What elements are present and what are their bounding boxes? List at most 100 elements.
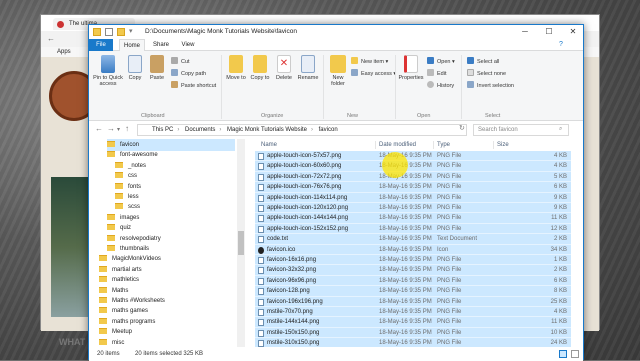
file-date: 18-May-16 9:35 PM	[379, 267, 432, 274]
select-all-button[interactable]: Select all	[467, 57, 499, 65]
up-button[interactable]: ↑	[125, 124, 129, 133]
new-folder-icon[interactable]	[117, 28, 125, 36]
invert-selection-button[interactable]: Invert selection	[467, 81, 514, 89]
file-row[interactable]: favicon-32x32.png 18-May-16 9:35 PM PNG Fi…	[255, 265, 571, 276]
file-name: mstile-70x70.png	[267, 309, 313, 315]
nav-item-label: resolvepodiatry	[120, 235, 161, 242]
paste-shortcut-button[interactable]: Paste shortcut	[171, 81, 216, 89]
address-input[interactable]: This PC › Documents › Magic Monk Tutorials…	[137, 124, 467, 136]
breadcrumb-website[interactable]: Magic Monk Tutorials Website	[227, 127, 307, 133]
file-row[interactable]: apple-touch-icon-60x60.png18-May-16 9:35…	[255, 161, 571, 172]
file-size: 9 KB	[553, 194, 567, 201]
copy-button[interactable]: Copy	[125, 55, 145, 81]
tab-file[interactable]: File	[89, 39, 113, 51]
breadcrumb-this-pc[interactable]: This PC	[152, 127, 173, 133]
file-row[interactable]: apple-touch-icon-144x144.png 18-May-16 9:…	[255, 213, 571, 224]
easy-access-button[interactable]: Easy access ▾	[351, 69, 396, 77]
paste-button[interactable]: Paste	[147, 55, 167, 81]
new-folder-button[interactable]: New folder	[327, 55, 349, 87]
nav-item-label: font-awesome	[120, 152, 158, 159]
cut-button[interactable]: Cut	[171, 57, 190, 65]
column-header-size[interactable]: Size	[497, 139, 509, 151]
maximize-button[interactable]: ☐	[537, 25, 561, 39]
minimize-button[interactable]: ─	[513, 25, 537, 39]
column-header-date[interactable]: Date modified	[379, 139, 416, 151]
copy-path-button[interactable]: Copy path	[171, 69, 206, 77]
folder-icon	[115, 182, 123, 189]
image-file-icon	[258, 205, 264, 212]
apps-bookmark[interactable]: Apps	[57, 49, 71, 55]
file-row[interactable]: mstile-144x144.png 18-May-16 9:35 PM PNG F…	[255, 317, 571, 328]
file-row[interactable]: mstile-150x150.png 18-May-16 9:35 PM PNG F…	[255, 327, 571, 339]
file-row[interactable]: favicon-196x196.png 18-May-16 9:35 PM PNG …	[255, 296, 571, 307]
move-to-icon	[229, 55, 243, 73]
properties-icon[interactable]	[105, 28, 113, 36]
file-date: 18-May-16 9:35 PM	[379, 194, 432, 201]
file-type: PNG File	[437, 225, 462, 232]
navigation-scrollbar[interactable]	[237, 139, 245, 347]
nav-item[interactable]: misc	[99, 337, 235, 347]
column-header-type[interactable]: Type	[437, 139, 450, 151]
folder-icon	[99, 317, 107, 324]
new-item-button[interactable]: New item ▾	[351, 57, 388, 65]
refresh-icon[interactable]: ↻	[459, 124, 465, 132]
back-button[interactable]: ←	[95, 124, 103, 133]
file-row[interactable]: favicon-128.png 18-May-16 9:35 PM PNG File…	[255, 286, 571, 297]
file-row[interactable]: favicon-16x16.png 18-May-16 9:35 PM PNG Fi…	[255, 255, 571, 266]
edit-button[interactable]: Edit	[427, 69, 446, 77]
nav-item-label: MagicMonkVideos	[112, 256, 161, 263]
folder-icon	[107, 141, 115, 147]
file-row[interactable]: apple-touch-icon-76x76.png 18-May-16 9:35…	[255, 182, 571, 193]
file-row[interactable]: favicon.ico 18-May-16 9:35 PM Icon 34 KB	[255, 244, 571, 255]
details-view-icon[interactable]	[559, 350, 567, 358]
delete-button[interactable]: ✕ Delete	[273, 55, 295, 81]
breadcrumb-favicon[interactable]: favicon	[319, 127, 338, 133]
file-row[interactable]: favicon-96x96.png 18-May-16 9:35 PM PNG Fi…	[255, 275, 571, 287]
large-icons-view-icon[interactable]	[571, 350, 579, 358]
recent-locations-button[interactable]: ▾	[117, 126, 120, 133]
rename-button[interactable]: Rename	[297, 55, 319, 81]
column-separator	[433, 141, 434, 149]
folder-icon	[107, 213, 115, 220]
image-file-icon	[258, 288, 264, 296]
file-list[interactable]: Name Date modified Type Size apple-touch…	[249, 139, 583, 347]
file-row[interactable]: apple-touch-icon-72x72.png 18-May-16 9:35…	[255, 171, 571, 183]
navigation-scroll-thumb[interactable]	[238, 231, 244, 255]
tab-home[interactable]: Home	[119, 39, 145, 51]
file-row[interactable]: mstile-310x150.png 18-May-16 9:35 PM PNG F…	[255, 338, 571, 347]
file-row[interactable]: apple-touch-icon-152x152.png 18-May-16 9:…	[255, 223, 571, 235]
forward-button[interactable]: →	[107, 124, 115, 133]
pin-quick-access-button[interactable]: Pin to Quick access	[93, 55, 123, 87]
file-row[interactable]: mstile-70x70.png 18-May-16 9:35 PM PNG Fil…	[255, 307, 571, 318]
search-input[interactable]: Search favicon	[473, 124, 569, 136]
file-row[interactable]: code.txt 18-May-16 9:35 PM Text Document 2 …	[255, 234, 571, 245]
file-row[interactable]: apple-touch-icon-114x114.png 18-May-16 9:…	[255, 192, 571, 203]
history-button[interactable]: History	[427, 81, 454, 89]
image-file-icon	[258, 194, 264, 202]
column-header-name[interactable]: Name	[261, 139, 277, 151]
file-explorer-window[interactable]: ▾ D:\Documents\Magic Monk Tutorials Webs…	[88, 24, 584, 361]
breadcrumb-documents[interactable]: Documents	[185, 127, 215, 133]
window-title: D:\Documents\Magic Monk Tutorials Websit…	[145, 28, 297, 35]
move-to-button[interactable]: Move to	[225, 55, 247, 81]
title-bar[interactable]: ▾ D:\Documents\Magic Monk Tutorials Webs…	[89, 25, 583, 39]
file-name: favicon-196x196.png	[267, 298, 323, 305]
file-row[interactable]: apple-touch-icon-120x120.png 18-May-16 9:…	[255, 203, 571, 214]
close-button[interactable]: ✕	[561, 25, 585, 39]
tab-share[interactable]: Share	[149, 39, 173, 51]
image-file-icon	[258, 215, 264, 223]
file-row[interactable]: apple-touch-icon-57x57.png 18-May-16 9:35…	[255, 151, 571, 162]
back-arrow-icon[interactable]: ←	[47, 34, 55, 43]
chevron-down-icon[interactable]: ▾	[129, 27, 133, 35]
navigation-pane[interactable]: favicon font-awesome _notes css fonts less scs…	[89, 139, 245, 347]
tab-view[interactable]: View	[177, 39, 199, 51]
file-name: favicon.ico	[267, 246, 296, 253]
cursor-highlight	[382, 152, 408, 178]
properties-button[interactable]: Properties	[397, 55, 425, 81]
help-icon[interactable]: ?	[559, 41, 563, 48]
select-none-button[interactable]: Select none	[467, 69, 506, 77]
file-size: 6 KB	[553, 277, 567, 284]
open-button[interactable]: Open ▾	[427, 57, 455, 65]
nav-item-label: misc	[112, 339, 125, 346]
copy-to-button[interactable]: Copy to	[249, 55, 271, 81]
